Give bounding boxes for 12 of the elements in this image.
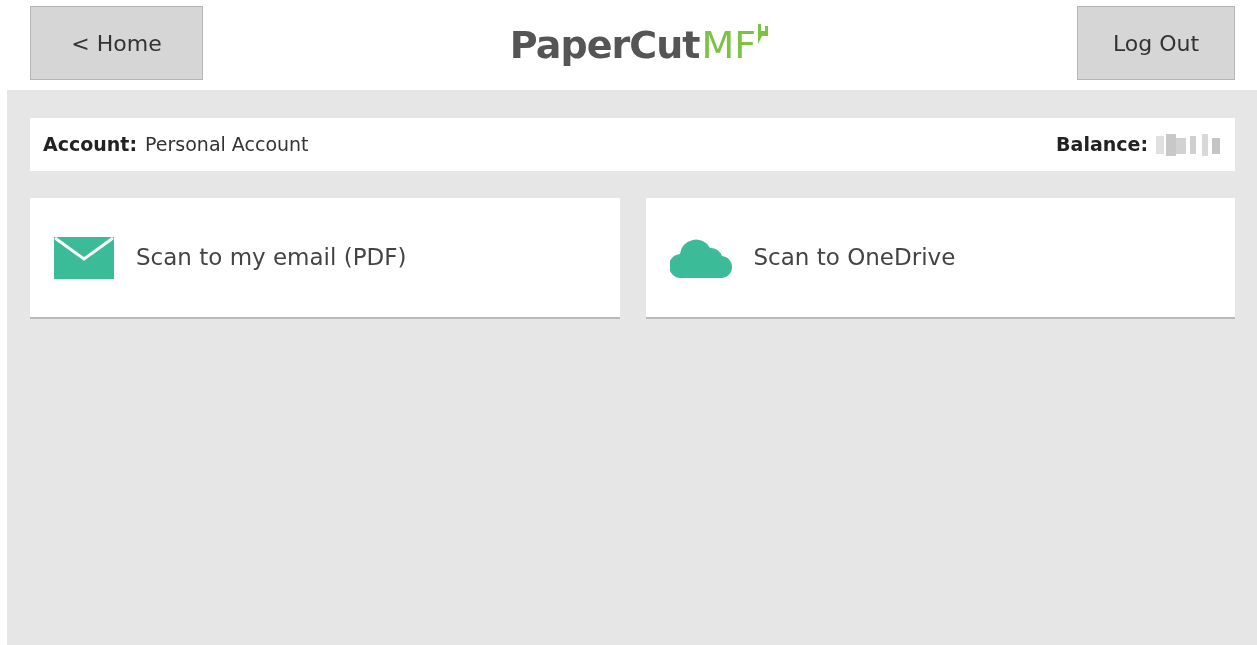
home-button[interactable]: < Home [30,6,203,80]
logout-button[interactable]: Log Out [1077,6,1235,80]
logo-suffix: MF [701,21,757,69]
envelope-icon [54,236,114,279]
account-label: Account: [43,132,138,158]
action-tile[interactable]: Scan to OneDrive [645,198,1235,319]
flag-icon [756,23,771,44]
logo-text: PaperCut [509,21,700,69]
action-tile[interactable]: Scan to my email (PDF) [30,198,620,319]
balance-label: Balance: [1056,132,1148,158]
cloud-icon [669,237,732,278]
account-value: Personal Account [145,132,309,158]
